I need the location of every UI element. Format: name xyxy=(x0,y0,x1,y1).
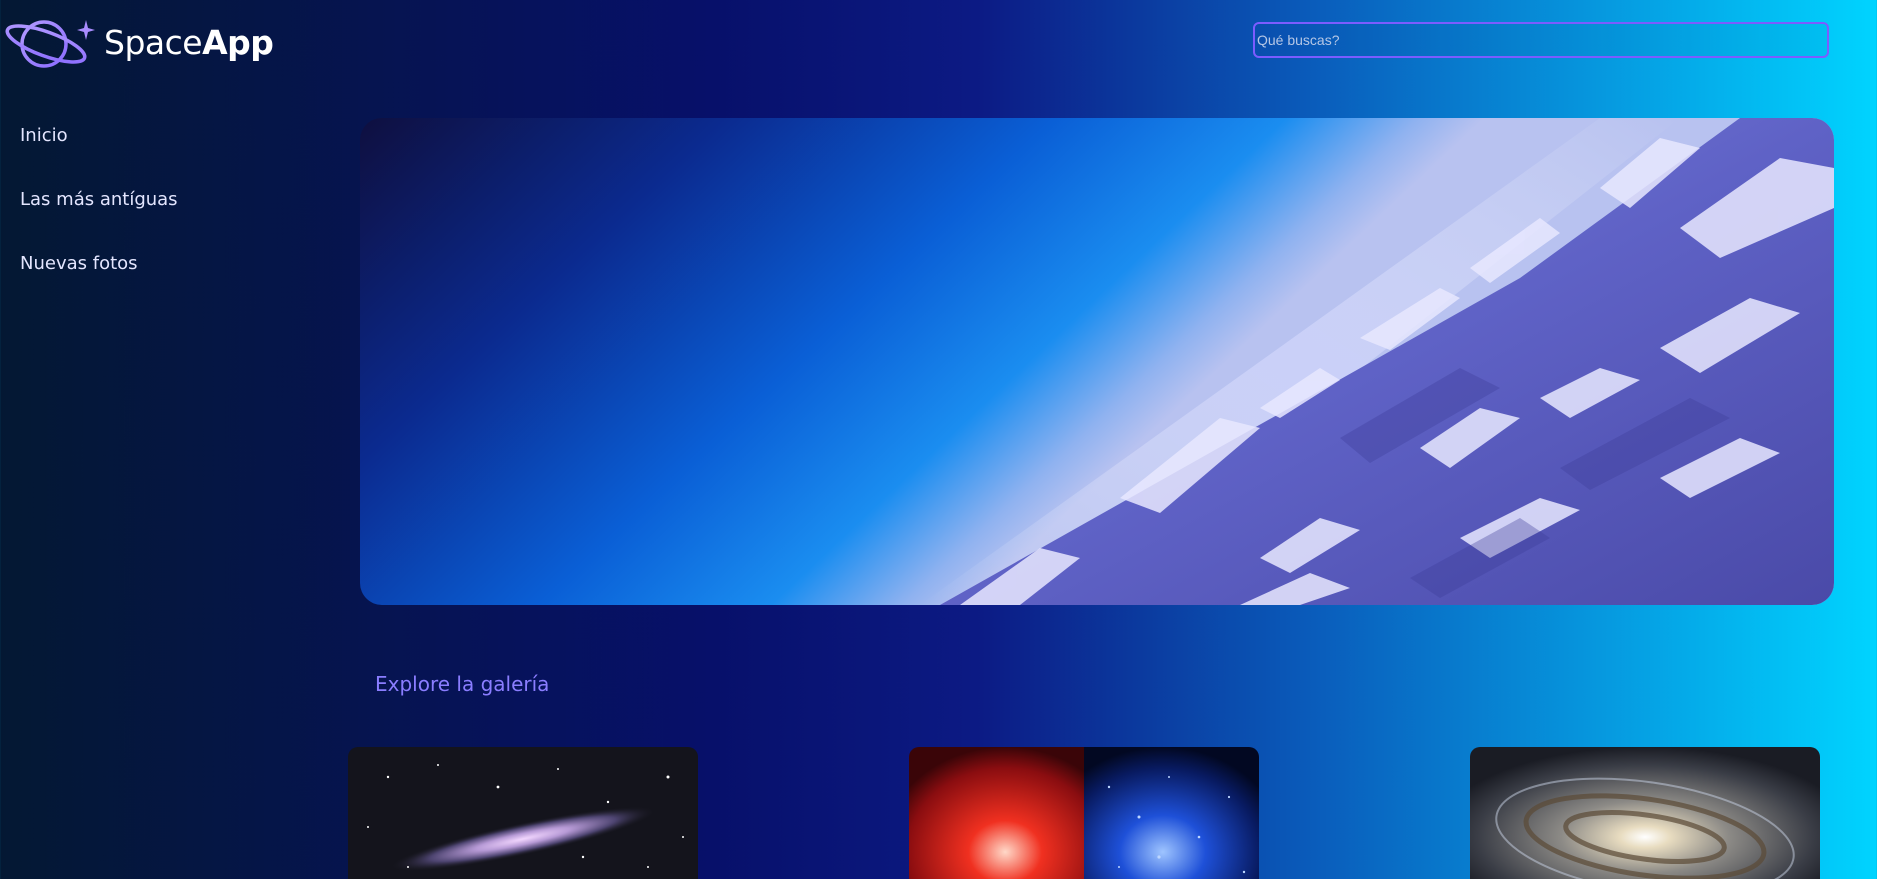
gallery-card[interactable] xyxy=(1470,747,1820,879)
sidebar-item-mas-antiguas: Las más antíguas xyxy=(20,182,178,246)
sidebar-link-nuevas-fotos[interactable]: Nuevas fotos xyxy=(20,246,138,282)
red-blue-starfield-image xyxy=(909,747,1259,879)
logo[interactable]: SpaceApp xyxy=(4,10,274,74)
logo-text-bold: App xyxy=(202,22,274,62)
logo-text: SpaceApp xyxy=(104,22,274,62)
sidebar-item-inicio: Inicio xyxy=(20,118,178,182)
sidebar-link-inicio[interactable]: Inicio xyxy=(20,118,68,154)
galaxy-edge-on-image xyxy=(348,747,698,879)
logo-text-light: Space xyxy=(104,22,203,62)
spiral-galaxy-image xyxy=(1470,747,1820,879)
search-input[interactable] xyxy=(1253,22,1829,58)
sidebar-nav: Inicio Las más antíguas Nuevas fotos xyxy=(20,118,178,310)
sidebar-link-mas-antiguas[interactable]: Las más antíguas xyxy=(20,182,178,218)
gallery-card[interactable] xyxy=(909,747,1259,879)
hero-banner xyxy=(360,118,1834,605)
sidebar-item-nuevas-fotos: Nuevas fotos xyxy=(20,246,178,310)
gallery-card[interactable] xyxy=(348,747,698,879)
planet-ring-icon xyxy=(5,20,95,68)
hero-image xyxy=(360,118,1834,605)
gallery-title: Explore la galería xyxy=(375,672,550,696)
